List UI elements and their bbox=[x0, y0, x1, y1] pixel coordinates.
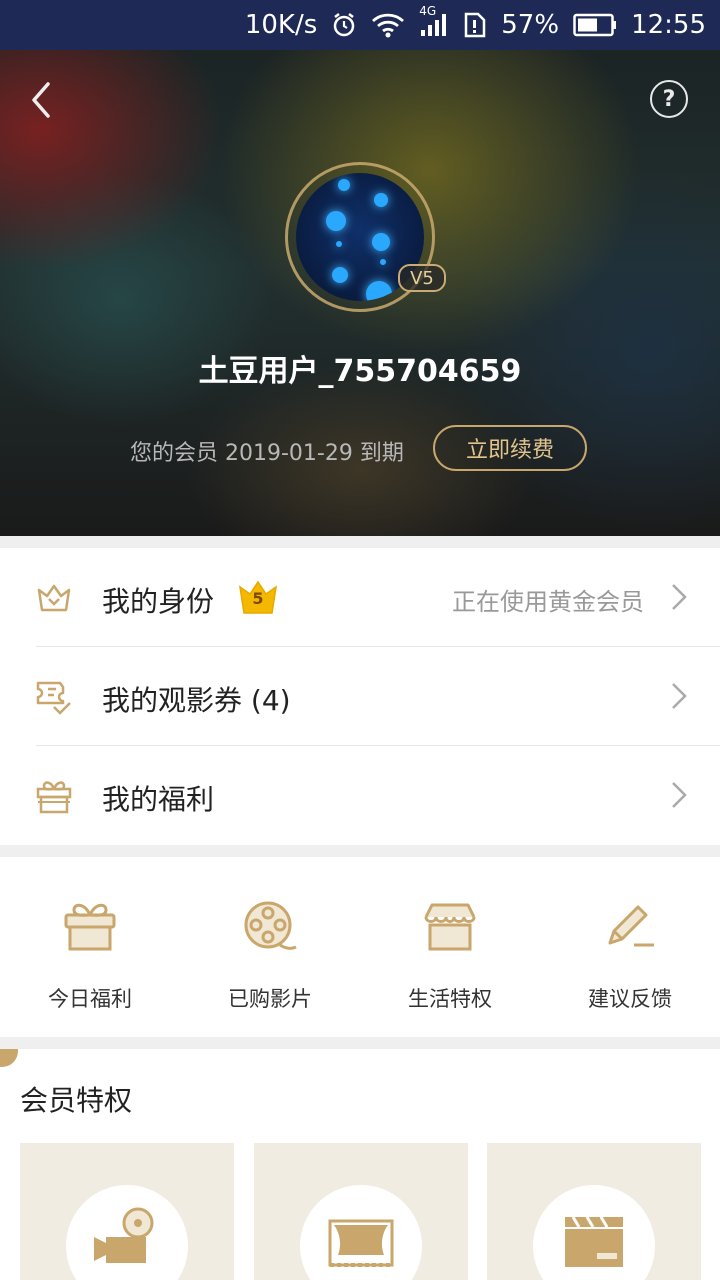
account-menu: 我的身份 5 正在使用黄金会员 我的观影券 (4) 我的福利 bbox=[0, 548, 720, 845]
section-corner-accent bbox=[0, 1049, 18, 1067]
question-mark-icon: ? bbox=[662, 86, 676, 112]
quick-action-feedback[interactable]: 建议反馈 bbox=[540, 857, 720, 1037]
battery-percent: 57% bbox=[501, 10, 560, 40]
status-bar: 10K/s 4G 57% 12:55 bbox=[0, 0, 720, 50]
section-title: 会员特权 bbox=[20, 1084, 133, 1117]
privilege-card[interactable] bbox=[487, 1143, 701, 1280]
signal-type-label: 4G bbox=[419, 4, 437, 18]
signal-icon: 4G bbox=[419, 4, 449, 38]
crown-icon bbox=[37, 584, 71, 612]
theater-stage-icon bbox=[328, 1219, 394, 1267]
member-privileges-section: 会员特权 bbox=[0, 1049, 720, 1280]
clapperboard-icon bbox=[565, 1216, 623, 1267]
vip-level-badge: V5 bbox=[398, 264, 446, 292]
chevron-right-icon bbox=[672, 782, 687, 808]
chevron-left-icon bbox=[32, 82, 50, 118]
chevron-right-icon bbox=[672, 683, 687, 709]
privilege-icon-circle bbox=[66, 1185, 188, 1280]
ticket-icon bbox=[36, 681, 71, 715]
menu-item-identity[interactable]: 我的身份 5 正在使用黄金会员 bbox=[0, 548, 720, 647]
quick-action-life-privilege[interactable]: 生活特权 bbox=[360, 857, 540, 1037]
username: 土豆用户_755704659 bbox=[198, 354, 522, 389]
privilege-card[interactable] bbox=[254, 1143, 468, 1280]
gift-icon bbox=[36, 781, 72, 814]
quick-actions: 今日福利 已购影片 生活特权 建议反馈 bbox=[0, 857, 720, 1037]
menu-item-tickets[interactable]: 我的观影券 (4) bbox=[0, 647, 720, 746]
gift-box-icon bbox=[64, 903, 116, 951]
back-button[interactable] bbox=[22, 78, 62, 122]
shop-icon bbox=[424, 903, 476, 951]
quick-action-purchased-films[interactable]: 已购影片 bbox=[180, 857, 360, 1037]
quick-action-label: 生活特权 bbox=[408, 987, 492, 1011]
sim-alert-icon bbox=[463, 12, 487, 38]
clock: 12:55 bbox=[631, 10, 706, 40]
wifi-icon bbox=[371, 12, 405, 38]
battery-icon bbox=[573, 13, 617, 37]
level-crown-number: 5 bbox=[252, 589, 264, 608]
quick-action-label: 已购影片 bbox=[228, 987, 312, 1011]
help-button[interactable]: ? bbox=[650, 80, 688, 118]
privilege-icon-circle bbox=[300, 1185, 422, 1280]
quick-action-label: 建议反馈 bbox=[588, 987, 672, 1011]
alarm-icon bbox=[331, 12, 357, 38]
menu-item-label: 我的身份 bbox=[102, 585, 215, 618]
membership-expiry-text: 您的会员 2019-01-29 到期 bbox=[130, 441, 404, 466]
quick-action-label: 今日福利 bbox=[48, 987, 132, 1011]
profile-header: ? V5 土豆用户_755704659 您的会员 2019-01-29 到期 立… bbox=[0, 50, 720, 536]
privilege-card[interactable] bbox=[20, 1143, 234, 1280]
current-membership-text: 正在使用黄金会员 bbox=[452, 588, 644, 616]
menu-item-benefits[interactable]: 我的福利 bbox=[0, 746, 720, 845]
menu-item-label: 我的观影券 (4) bbox=[102, 684, 291, 717]
edit-pen-icon bbox=[608, 905, 654, 947]
renew-button[interactable]: 立即续费 bbox=[433, 425, 587, 471]
movie-camera-icon bbox=[94, 1207, 154, 1263]
chevron-right-icon bbox=[672, 584, 687, 610]
network-speed: 10K/s bbox=[244, 10, 318, 40]
quick-action-daily-benefit[interactable]: 今日福利 bbox=[0, 857, 180, 1037]
privilege-icon-circle bbox=[533, 1185, 655, 1280]
level-crown-badge: 5 bbox=[237, 579, 279, 615]
menu-item-label: 我的福利 bbox=[102, 783, 215, 816]
film-reel-icon bbox=[244, 901, 297, 950]
